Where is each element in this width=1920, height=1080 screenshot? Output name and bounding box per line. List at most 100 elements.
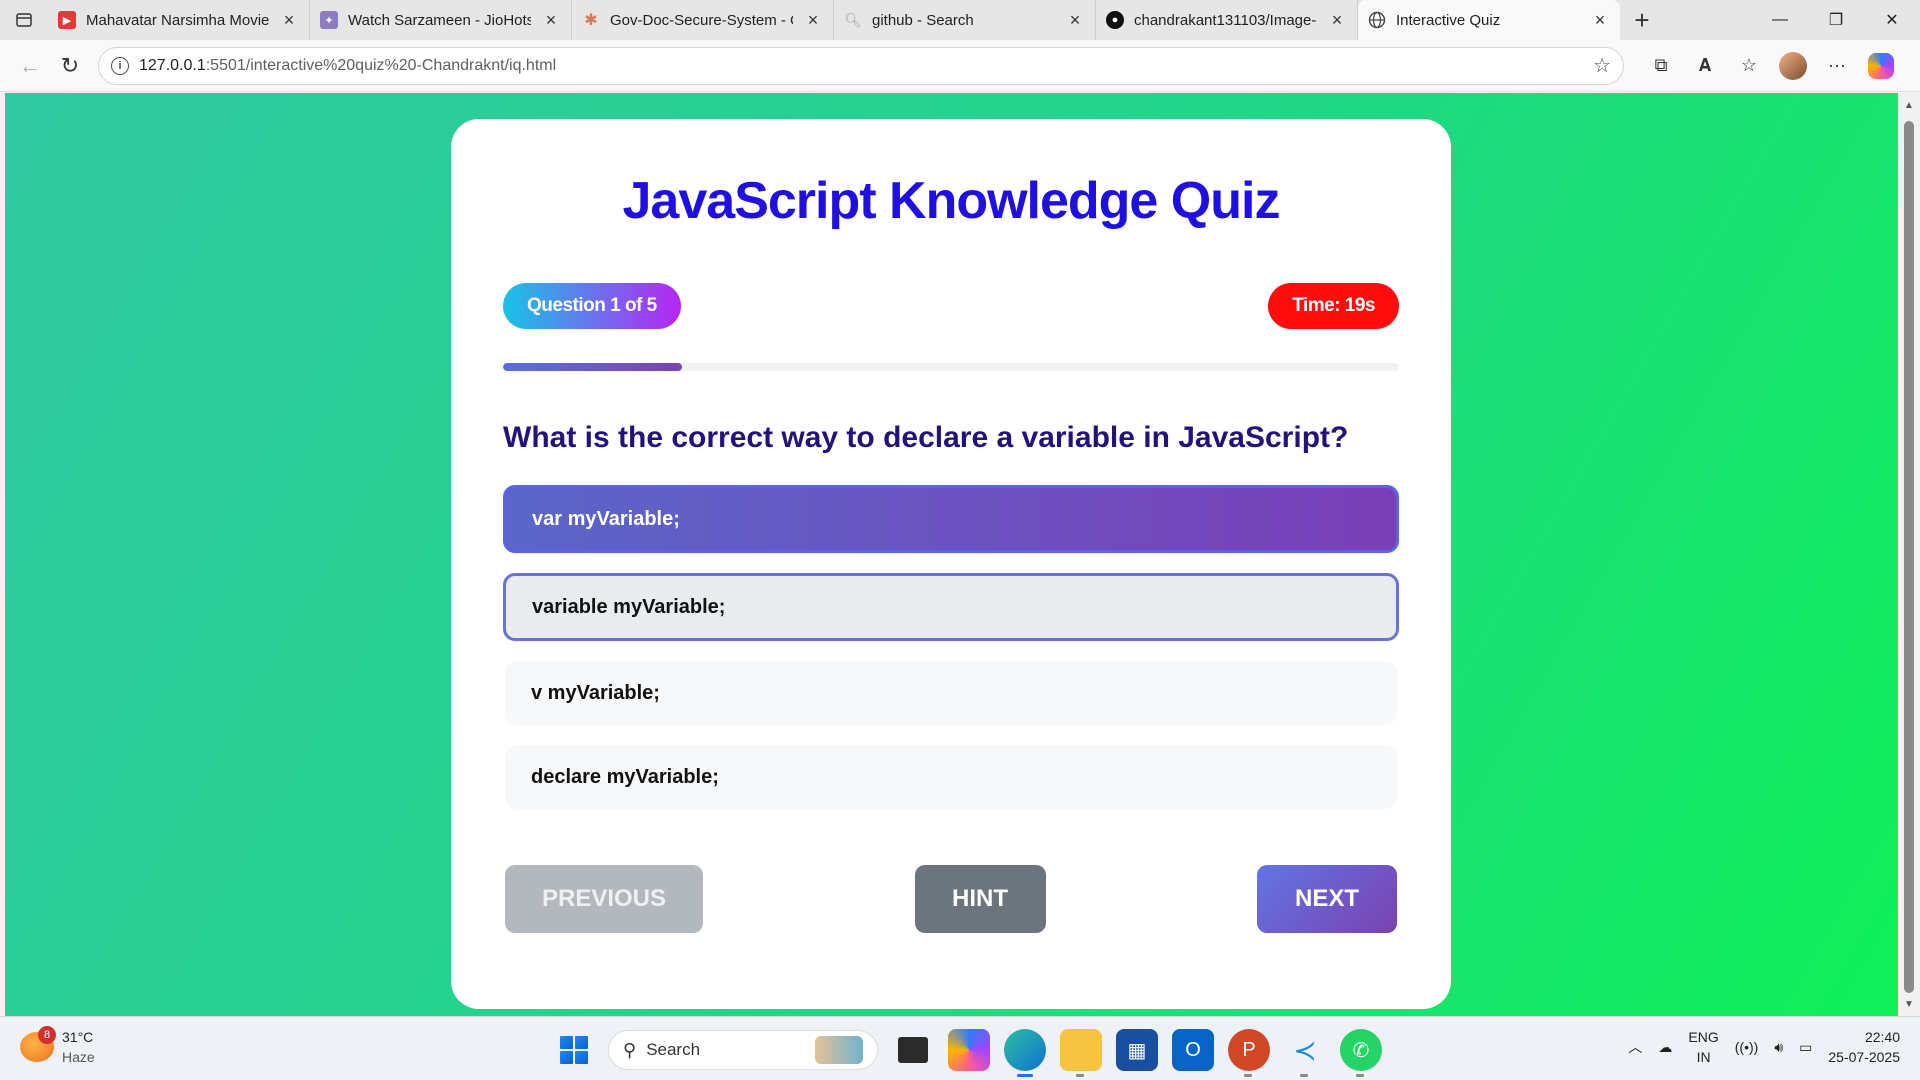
toolbar-icons: ⧉ 𝐀 ☆ ··· <box>1642 47 1900 85</box>
clock-time: 22:40 <box>1864 1029 1900 1045</box>
timer-badge: Time: 19s <box>1268 283 1399 329</box>
language-code: ENG <box>1688 1029 1719 1045</box>
edge-icon[interactable] <box>1004 1029 1046 1077</box>
windows-taskbar: 8 31°C Haze ⚲ Search ▦ O P ≺ ✆ ︿ ☁ ENG I… <box>0 1016 1920 1080</box>
system-tray: ︿ ☁ ENG IN ((•)) 🔊︎ ▭ 22:40 25-07-2025 <box>1628 1027 1900 1067</box>
progress-bar <box>503 363 1399 371</box>
tab-title: Watch Sarzameen - JioHotst <box>348 11 531 29</box>
url-host: 127.0.0.1 <box>139 56 206 74</box>
file-explorer-icon[interactable] <box>1060 1029 1102 1077</box>
search-highlight-image <box>815 1036 863 1064</box>
read-aloud-icon[interactable]: 𝐀 <box>1686 47 1724 85</box>
search-label: Search <box>646 1040 701 1059</box>
question-counter-badge: Question 1 of 5 <box>503 283 681 329</box>
close-icon[interactable]: × <box>1065 10 1085 31</box>
claude-icon: ✱ <box>584 12 598 29</box>
taskbar-apps: ⚲ Search ▦ O P ≺ ✆ <box>554 1029 1382 1077</box>
region-code: IN <box>1696 1049 1711 1065</box>
browser-tab[interactable]: ✦ Watch Sarzameen - JioHotst × <box>310 0 572 40</box>
browser-tab[interactable]: 🔍︎ github - Search × <box>834 0 1096 40</box>
question-text: What is the correct way to declare a var… <box>503 421 1349 454</box>
start-windows-icon[interactable] <box>554 1030 594 1070</box>
close-icon[interactable]: × <box>541 10 561 31</box>
profile-avatar[interactable] <box>1779 51 1807 80</box>
search-icon: 🔍︎ <box>844 11 862 28</box>
answer-option[interactable]: v myVariable; <box>505 661 1397 725</box>
task-view-icon[interactable] <box>898 1037 928 1063</box>
youtube-icon: ▶ <box>58 11 76 29</box>
new-tab-button[interactable]: + <box>1620 0 1664 40</box>
copilot-icon[interactable] <box>1868 52 1894 79</box>
browser-tab-active[interactable]: Interactive Quiz × <box>1358 0 1620 40</box>
weather-icon: 8 <box>20 1026 56 1062</box>
tab-strip: ▶ Mahavatar Narsimha Movie | × ✦ Watch S… <box>0 0 1920 40</box>
browser-toolbar: ← ↻ i 127.0.0.1:5501/interactive%20quiz%… <box>0 40 1920 92</box>
search-icon: ⚲ <box>623 1039 637 1060</box>
tab-title: Mahavatar Narsimha Movie | <box>86 11 269 29</box>
answer-options: var myVariable; variable myVariable; v m… <box>503 485 1399 809</box>
quiz-title: JavaScript Knowledge Quiz <box>622 172 1281 230</box>
tab-title: github - Search <box>872 11 974 29</box>
favorite-star-icon[interactable]: ☆ <box>1593 53 1611 78</box>
weather-condition: Haze <box>62 1049 95 1065</box>
browser-tab[interactable]: ✱ Gov-Doc-Secure-System - Cl × <box>572 0 834 40</box>
tab-title: chandrakant131103/Image-S <box>1134 11 1317 29</box>
volume-icon[interactable]: 🔊︎ <box>1774 1039 1783 1056</box>
scroll-down-icon[interactable]: ▼ <box>1898 994 1920 1014</box>
notification-badge: 8 <box>38 1026 56 1044</box>
close-window-icon[interactable]: ✕ <box>1864 0 1920 40</box>
microsoft-store-icon[interactable]: ▦ <box>1116 1029 1158 1071</box>
address-bar[interactable]: i 127.0.0.1:5501/interactive%20quiz%20-C… <box>98 46 1624 85</box>
minimize-icon[interactable]: — <box>1752 0 1808 40</box>
previous-button[interactable]: PREVIOUS <box>505 865 703 933</box>
close-icon[interactable]: × <box>1590 10 1610 31</box>
globe-icon <box>1368 11 1386 29</box>
chevron-up-icon[interactable]: ︿ <box>1628 1037 1642 1057</box>
more-menu-icon[interactable]: ··· <box>1818 47 1856 85</box>
copilot-app-icon[interactable] <box>948 1029 990 1071</box>
clock-date: 25-07-2025 <box>1828 1049 1900 1065</box>
tab-actions-icon[interactable] <box>0 0 48 40</box>
restore-icon[interactable]: ❐ <box>1808 0 1864 40</box>
github-icon: ● <box>1106 11 1124 29</box>
url-text[interactable]: 127.0.0.1:5501/interactive%20quiz%20-Cha… <box>139 57 1583 75</box>
hint-button[interactable]: HINT <box>914 865 1046 933</box>
close-icon[interactable]: × <box>803 10 823 31</box>
quiz-meta-row: Question 1 of 5 Time: 19s <box>503 283 1399 329</box>
outlook-icon[interactable]: O <box>1172 1029 1214 1071</box>
answer-option[interactable]: variable myVariable; <box>503 573 1399 641</box>
weather-widget[interactable]: 8 31°C Haze <box>20 1026 95 1067</box>
onedrive-icon[interactable]: ☁ <box>1658 1039 1672 1056</box>
browser-tab[interactable]: ▶ Mahavatar Narsimha Movie | × <box>48 0 310 40</box>
battery-icon[interactable]: ▭ <box>1799 1039 1812 1056</box>
url-path: :5501/interactive%20quiz%20-Chandraknt/i… <box>205 56 557 74</box>
close-icon[interactable]: × <box>279 10 299 31</box>
page-scrollbar[interactable]: ▲ ▼ <box>1898 93 1920 1016</box>
scroll-up-icon[interactable]: ▲ <box>1898 95 1920 115</box>
refresh-icon[interactable]: ↻ <box>50 46 90 86</box>
tab-title: Gov-Doc-Secure-System - Cl <box>610 11 793 29</box>
language-indicator[interactable]: ENG IN <box>1688 1027 1718 1067</box>
vscode-icon[interactable]: ≺ <box>1284 1029 1326 1077</box>
close-icon[interactable]: × <box>1327 10 1347 31</box>
progress-fill <box>503 363 683 371</box>
taskbar-search[interactable]: ⚲ Search <box>608 1030 878 1070</box>
wifi-icon[interactable]: ((•)) <box>1735 1039 1759 1055</box>
page-viewport: JavaScript Knowledge Quiz Question 1 of … <box>5 93 1898 1016</box>
window-controls: — ❐ ✕ <box>1752 0 1920 40</box>
favorites-icon[interactable]: ☆ <box>1730 47 1768 85</box>
back-arrow-icon[interactable]: ← <box>10 46 50 86</box>
whatsapp-icon[interactable]: ✆ <box>1340 1029 1382 1077</box>
powerpoint-icon[interactable]: P <box>1228 1029 1270 1077</box>
answer-option[interactable]: declare myVariable; <box>505 745 1397 809</box>
weather-temperature: 31°C <box>62 1029 94 1045</box>
info-icon[interactable]: i <box>111 56 129 75</box>
tab-title: Interactive Quiz <box>1396 11 1501 29</box>
next-button[interactable]: NEXT <box>1257 865 1397 933</box>
quiz-card: JavaScript Knowledge Quiz Question 1 of … <box>451 119 1451 1009</box>
scrollbar-thumb[interactable] <box>1904 121 1914 993</box>
browser-tab[interactable]: ● chandrakant131103/Image-S × <box>1096 0 1358 40</box>
answer-option-selected[interactable]: var myVariable; <box>503 485 1399 553</box>
clock[interactable]: 22:40 25-07-2025 <box>1828 1027 1900 1067</box>
extensions-icon[interactable]: ⧉ <box>1642 47 1680 85</box>
